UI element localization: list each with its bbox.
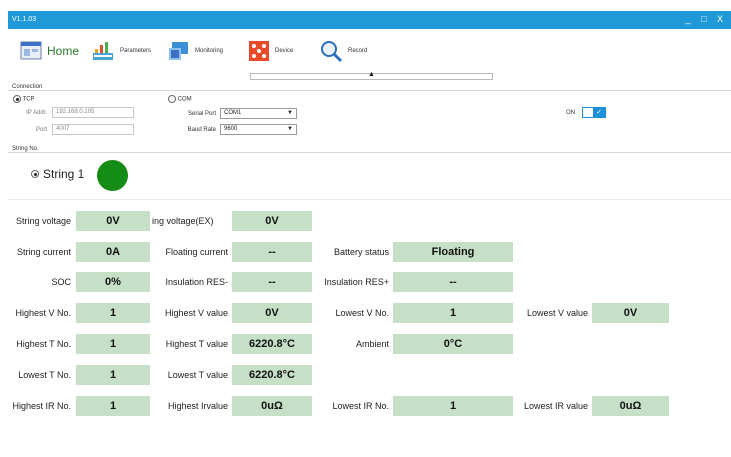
- monitoring-label: Monitoring: [195, 48, 224, 54]
- window-controls: _ □ X: [686, 14, 728, 24]
- lowest-t-no-label: Lowest T No.: [18, 370, 71, 380]
- home-icon: [20, 41, 42, 60]
- ip-address-field[interactable]: 192.168.0.105: [52, 107, 134, 118]
- insulation-res-plus-label: Insulation RES+: [324, 277, 389, 287]
- ip-label: IP Addr.: [26, 110, 47, 116]
- insulation-res-minus-label: Insulation RES-: [165, 277, 228, 287]
- highest-t-value-value: 6220.8°C: [232, 334, 312, 354]
- string-status-indicator: [97, 160, 128, 191]
- serial-port-label: Serial Port: [187, 111, 216, 117]
- battery-status-value: Floating: [393, 242, 513, 262]
- magnifier-icon: [321, 41, 343, 63]
- serial-port-select[interactable]: COM1 ▼: [220, 108, 297, 119]
- maximize-icon[interactable]: □: [701, 14, 710, 24]
- string-1-label: String 1: [43, 167, 85, 181]
- lowest-v-no-value: 1: [393, 303, 513, 323]
- highest-ir-no-label: Highest IR No.: [12, 401, 71, 411]
- serial-port-value: COM1: [224, 110, 242, 116]
- com-radio[interactable]: [168, 95, 176, 103]
- tcp-option[interactable]: TCP: [13, 95, 35, 103]
- on-label: ON: [566, 110, 575, 116]
- highest-t-value-label: Highest T value: [165, 339, 228, 349]
- highest-t-no-value: 1: [76, 334, 150, 354]
- battery-status-label: Battery status: [333, 247, 389, 257]
- tcp-label: TCP: [22, 96, 35, 103]
- lowest-ir-no-value: 1: [393, 396, 513, 416]
- highest-t-no-label: Highest T No.: [16, 339, 71, 349]
- lowest-ir-value-value: 0uΩ: [592, 396, 669, 416]
- title-bar: V1.1.03 _ □ X: [8, 11, 731, 29]
- floating-current-value: --: [232, 242, 312, 262]
- device-button[interactable]: Device: [248, 36, 293, 66]
- string-current-value: 0A: [76, 242, 150, 262]
- parameters-button[interactable]: Parameters: [91, 36, 151, 66]
- string-current-label: String current: [16, 247, 71, 257]
- baud-rate-select[interactable]: 9600 ▼: [220, 124, 297, 135]
- lowest-v-no-label: Lowest V No.: [335, 308, 389, 318]
- device-label: Device: [275, 48, 294, 54]
- string-1-radio[interactable]: [31, 170, 39, 178]
- ambient-value: 0°C: [393, 334, 513, 354]
- string-divider: [8, 152, 731, 153]
- connection-divider: [8, 90, 731, 91]
- insulation-res-minus-value: --: [232, 272, 312, 292]
- lowest-t-no-value: 1: [76, 365, 150, 385]
- string-voltage-value: 0V: [76, 211, 150, 231]
- lowest-v-value-label: Lowest V value: [526, 308, 588, 318]
- check-icon: ✓: [593, 108, 605, 117]
- highest-ir-value-value: 0uΩ: [232, 396, 312, 416]
- highest-v-no-label: Highest V No.: [15, 308, 71, 318]
- record-label: Record: [348, 48, 368, 54]
- soc-value: 0%: [76, 272, 150, 292]
- record-button[interactable]: Record: [319, 36, 367, 66]
- on-toggle[interactable]: ✓: [582, 107, 606, 118]
- monitoring-button[interactable]: Monitoring: [168, 36, 223, 66]
- highest-ir-value-label: Highest Irvalue: [167, 401, 228, 411]
- device-icon: [249, 41, 269, 61]
- home-button[interactable]: Home: [20, 36, 79, 66]
- dropdown-arrow-icon: ▼: [287, 126, 293, 132]
- com-option[interactable]: COM: [168, 95, 192, 103]
- tcp-radio[interactable]: [13, 95, 21, 103]
- window-title: V1.1.03: [12, 16, 37, 23]
- highest-v-no-value: 1: [76, 303, 150, 323]
- com-label: COM: [177, 96, 192, 103]
- baud-rate-label: Baud Rate: [187, 127, 216, 133]
- port-label: Port: [35, 127, 47, 133]
- string-voltage-label: String voltage: [15, 216, 71, 226]
- highest-v-value-value: 0V: [232, 303, 312, 323]
- lowest-ir-value-label: Lowest IR value: [523, 401, 588, 411]
- close-icon[interactable]: X: [717, 14, 727, 24]
- metrics-divider: [8, 199, 731, 200]
- string-1-option[interactable]: String 1: [31, 167, 84, 181]
- insulation-res-plus-value: --: [393, 272, 513, 292]
- string-voltage-ex-value: 0V: [232, 211, 312, 231]
- soc-label: SOC: [51, 277, 71, 287]
- parameters-label: Parameters: [120, 48, 152, 54]
- port-field[interactable]: 4007: [52, 124, 134, 135]
- lowest-v-value-value: 0V: [592, 303, 669, 323]
- string-voltage-ex-label: ing voltage(EX): [152, 216, 214, 226]
- collapse-arrow-icon: ▲: [368, 71, 375, 78]
- monitoring-icon: [169, 42, 188, 60]
- baud-rate-value: 9600: [224, 126, 238, 132]
- lowest-t-value-label: Lowest T value: [167, 370, 228, 380]
- lowest-ir-no-label: Lowest IR No.: [332, 401, 389, 411]
- lowest-t-value-value: 6220.8°C: [232, 365, 312, 385]
- parameters-icon: [93, 42, 113, 60]
- minimize-icon[interactable]: _: [686, 14, 695, 24]
- highest-ir-no-value: 1: [76, 396, 150, 416]
- toolbar-collapse-bar[interactable]: ▲: [250, 71, 493, 80]
- dropdown-arrow-icon: ▼: [287, 110, 293, 116]
- highest-v-value-label: Highest V value: [164, 308, 228, 318]
- floating-current-label: Floating current: [165, 247, 228, 257]
- home-label: Home: [47, 44, 80, 58]
- ambient-label: Ambient: [355, 339, 389, 349]
